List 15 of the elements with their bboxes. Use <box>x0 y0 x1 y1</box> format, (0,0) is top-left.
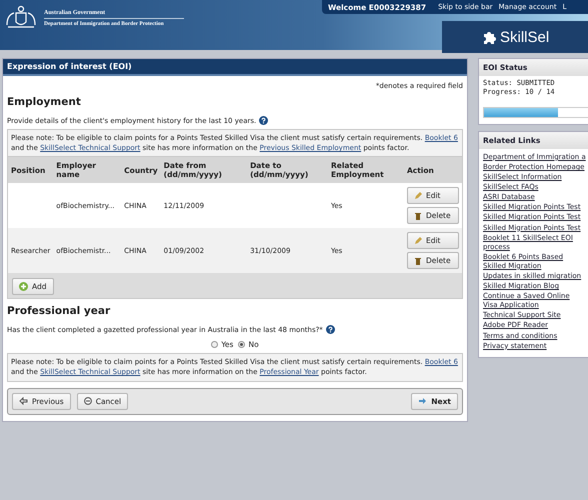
section-heading: Professional year <box>7 305 112 318</box>
help-icon[interactable] <box>259 116 268 125</box>
puzzle-icon <box>482 30 496 44</box>
trash-icon <box>414 256 422 265</box>
panel-title: Expression of interest (EOI) <box>3 59 467 76</box>
plus-icon <box>19 282 28 292</box>
pencil-icon <box>414 192 422 200</box>
pencil-icon <box>414 236 422 245</box>
trash-icon <box>414 212 422 220</box>
minus-circle-icon <box>84 397 92 406</box>
right-arrow-icon <box>418 397 428 406</box>
section-heading: Employment <box>7 96 82 108</box>
logo-text: SkillSel <box>500 28 550 46</box>
left-arrow-icon <box>19 397 28 406</box>
help-icon[interactable] <box>326 325 335 334</box>
